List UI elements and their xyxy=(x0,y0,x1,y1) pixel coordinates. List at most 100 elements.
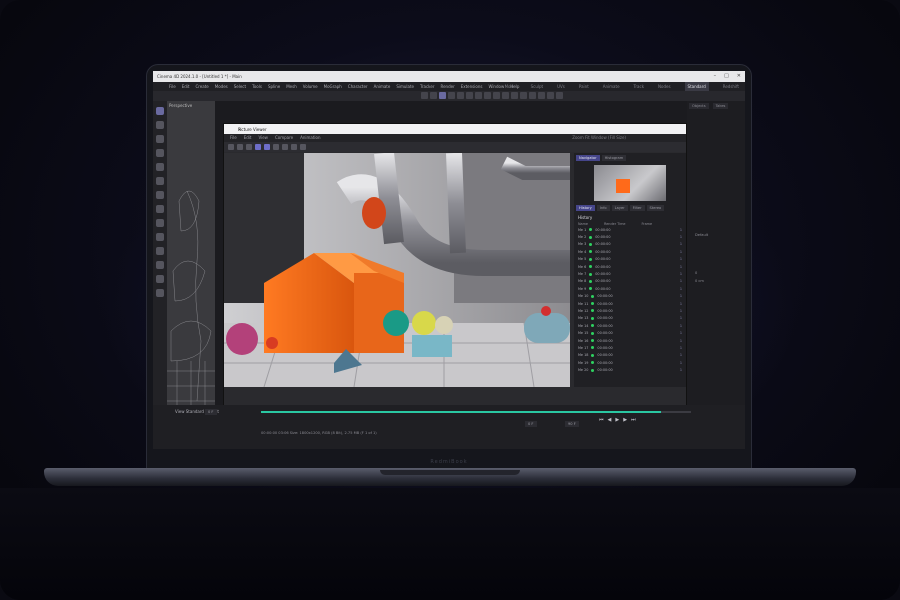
menu-item-file[interactable]: File xyxy=(169,82,176,91)
history-row[interactable]: Me 16 00:00:00 1 xyxy=(574,337,686,344)
side-tab-navigator[interactable]: Navigator xyxy=(576,155,600,161)
edges-mode-icon[interactable] xyxy=(156,177,164,185)
history-row[interactable]: Me 6 00:00:00 1 xyxy=(574,263,686,270)
menu-item-volume[interactable]: Volume xyxy=(303,82,318,91)
history-row[interactable]: Me 7 00:00:00 1 xyxy=(574,270,686,277)
side-tab-histogram[interactable]: Histogram xyxy=(601,155,627,161)
menu-item-modes[interactable]: Modes xyxy=(215,82,228,91)
history-row[interactable]: Me 14 00:00:00 1 xyxy=(574,322,686,329)
layout-tab-track[interactable]: Track xyxy=(634,82,644,91)
panel-tab-objects[interactable]: Objects xyxy=(689,103,709,109)
pen-icon[interactable] xyxy=(502,92,509,99)
history-row[interactable]: Me 8 00:00:00 1 xyxy=(574,278,686,285)
pv-menu-item-file[interactable]: File xyxy=(230,134,237,142)
history-row[interactable]: Me 11 00:00:00 1 xyxy=(574,300,686,307)
menu-item-simulate[interactable]: Simulate xyxy=(396,82,414,91)
knife-icon[interactable] xyxy=(156,275,164,283)
subdivision-icon[interactable] xyxy=(511,92,518,99)
panel-row[interactable]: 0 xyxy=(687,269,745,277)
info-tab-history[interactable]: History xyxy=(576,205,595,211)
info-tab-layer[interactable]: Layer xyxy=(611,205,628,211)
step-back-icon[interactable]: ◀ xyxy=(608,417,612,423)
workplane-icon[interactable] xyxy=(156,261,164,269)
history-row[interactable]: Me 20 00:00:00 1 xyxy=(574,366,686,373)
menu-item-window[interactable]: Window xyxy=(488,82,504,91)
rotate-icon[interactable] xyxy=(156,149,164,157)
texture-mode-icon[interactable] xyxy=(156,219,164,227)
panel-row[interactable]: 0 cm xyxy=(687,277,745,285)
pv-menu-item-animation[interactable]: Animation xyxy=(300,134,320,142)
history-row[interactable]: Me 12 00:00:00 1 xyxy=(574,307,686,314)
history-row[interactable]: Me 19 00:00:00 1 xyxy=(574,359,686,366)
info-tab-info[interactable]: Info xyxy=(596,205,610,211)
menu-item-animate[interactable]: Animate xyxy=(374,82,391,91)
timeline-start[interactable]: 0 F xyxy=(205,409,217,415)
history-row[interactable]: Me 10 00:00:00 1 xyxy=(574,293,686,300)
floor-icon[interactable] xyxy=(538,92,545,99)
cube-icon[interactable] xyxy=(493,92,500,99)
model-mode-icon[interactable] xyxy=(156,205,164,213)
history-row[interactable]: Me 5 00:00:00 1 xyxy=(574,256,686,263)
go-to-start-icon[interactable]: ⏮ xyxy=(599,417,604,423)
layout-tab-sculpt[interactable]: Sculpt xyxy=(531,82,544,91)
timeline-end[interactable]: 90 F xyxy=(565,421,579,427)
layout-tab-nodes[interactable]: Nodes xyxy=(658,82,671,91)
menu-item-select[interactable]: Select xyxy=(234,82,246,91)
rotate-tool-icon[interactable] xyxy=(457,92,464,99)
zoom-icon[interactable] xyxy=(246,144,252,150)
history-row[interactable]: Me 18 00:00:00 1 xyxy=(574,352,686,359)
axis-mode-icon[interactable] xyxy=(156,233,164,241)
layout-tab-uvs[interactable]: UVs xyxy=(557,82,565,91)
layout-tab-model[interactable]: Model xyxy=(505,82,517,91)
picture-viewer-close-icon[interactable]: × xyxy=(238,127,682,132)
menu-item-tracker[interactable]: Tracker xyxy=(420,82,434,91)
scale-icon[interactable] xyxy=(156,135,164,143)
render-view-icon[interactable] xyxy=(466,92,473,99)
menu-item-spline[interactable]: Spline xyxy=(268,82,280,91)
scale-tool-icon[interactable] xyxy=(448,92,455,99)
exposure-icon[interactable] xyxy=(273,144,279,150)
render-settings-icon[interactable] xyxy=(484,92,491,99)
panel-row[interactable]: Default xyxy=(687,231,745,239)
info-tab-filter[interactable]: Filter xyxy=(629,205,645,211)
layout-tab-animate[interactable]: Animate xyxy=(603,82,620,91)
render-to-picture-viewer-icon[interactable] xyxy=(475,92,482,99)
camera-icon[interactable] xyxy=(547,92,554,99)
move-icon[interactable] xyxy=(156,121,164,129)
history-row[interactable]: Me 1 00:00:00 1 xyxy=(574,226,686,233)
pv-menu-item-edit[interactable]: Edit xyxy=(244,134,252,142)
menu-item-render[interactable]: Render xyxy=(440,82,454,91)
info-tab-stereo[interactable]: Stereo xyxy=(646,205,665,211)
navigator-thumbnail[interactable] xyxy=(594,165,666,201)
minimize-icon[interactable]: – xyxy=(714,73,717,79)
points-mode-icon[interactable] xyxy=(156,163,164,171)
layout-tab-paint[interactable]: Paint xyxy=(579,82,589,91)
move-tool-icon[interactable] xyxy=(439,92,446,99)
layout-tab-standard[interactable]: Standard xyxy=(684,82,709,91)
cloner-icon[interactable] xyxy=(520,92,527,99)
history-row[interactable]: Me 13 00:00:00 1 xyxy=(574,315,686,322)
pv-menu-item-compare[interactable]: Compare xyxy=(275,134,293,142)
layout-tab-redshift[interactable]: Redshift xyxy=(723,82,739,91)
history-row[interactable]: Me 9 00:00:00 1 xyxy=(574,285,686,292)
perspective-viewport[interactable]: Perspective xyxy=(167,101,215,431)
menu-item-mograph[interactable]: MoGraph xyxy=(324,82,342,91)
snapshot-icon[interactable] xyxy=(291,144,297,150)
maximize-icon[interactable]: □ xyxy=(724,73,729,79)
step-forward-icon[interactable]: ▶ xyxy=(623,417,627,423)
history-row[interactable]: Me 3 00:00:00 1 xyxy=(574,241,686,248)
copy-icon[interactable] xyxy=(237,144,243,150)
menu-item-character[interactable]: Character xyxy=(348,82,368,91)
go-to-end-icon[interactable]: ⏭ xyxy=(631,417,636,423)
play-icon[interactable]: ▶ xyxy=(615,417,619,423)
save-icon[interactable] xyxy=(228,144,234,150)
compare-a-icon[interactable] xyxy=(255,144,261,150)
history-row[interactable]: Me 17 00:00:00 1 xyxy=(574,344,686,351)
redo-icon[interactable] xyxy=(430,92,437,99)
undo-icon[interactable] xyxy=(421,92,428,99)
history-row[interactable]: Me 15 00:00:00 1 xyxy=(574,329,686,336)
timeline-scrubber[interactable] xyxy=(261,411,691,413)
close-icon[interactable]: ✕ xyxy=(737,73,741,79)
brush-icon[interactable] xyxy=(156,289,164,297)
history-row[interactable]: Me 4 00:00:00 1 xyxy=(574,248,686,255)
